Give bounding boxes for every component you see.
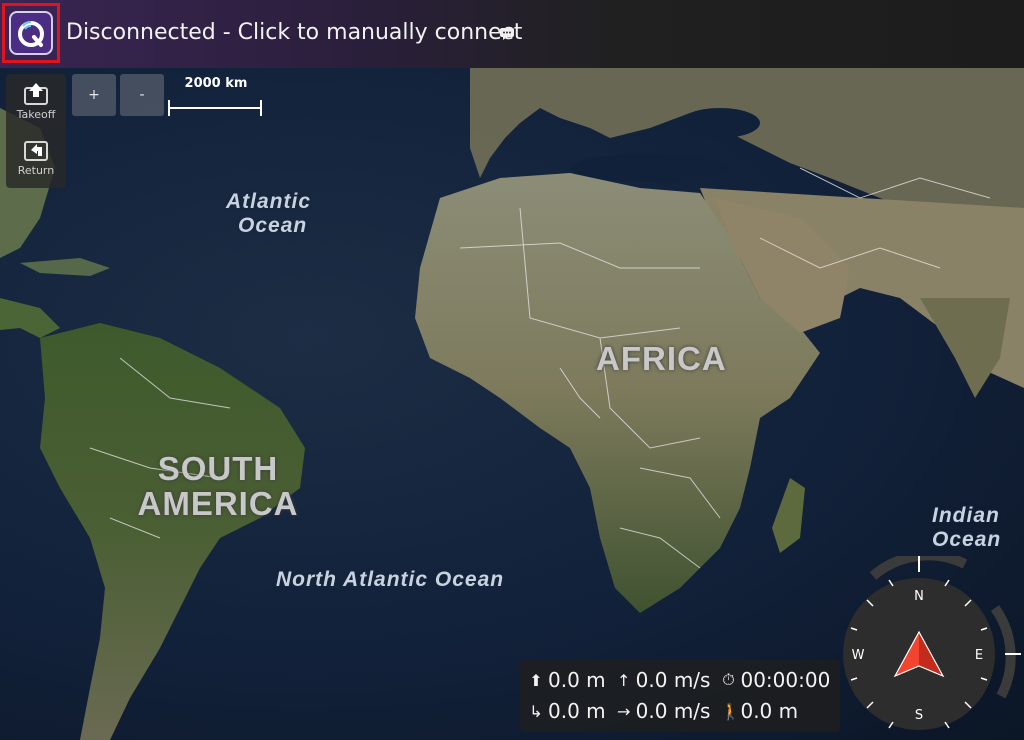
map-label-south-america: SOUTH AMERICA [136, 450, 300, 522]
takeoff-icon [24, 83, 48, 105]
map-label-north-atlantic: North Atlantic Ocean [276, 568, 505, 591]
distance-home-icon: ↳ [529, 701, 543, 721]
map-scale-bar [168, 100, 262, 116]
distance-gcs-value: 🚶 0.0 m [720, 699, 798, 723]
map-label-south-america-line2: AMERICA [137, 484, 299, 522]
connection-status[interactable]: Disconnected - Click to manually connect [66, 18, 522, 48]
stopwatch-icon: ⏱ [722, 670, 735, 689]
map-label-atlantic-line2: Ocean [238, 214, 308, 237]
return-icon [24, 141, 48, 161]
return-button[interactable]: Return [6, 136, 66, 177]
telemetry-panel: ⬆ 0.0 m ↑ 0.0 m/s ⏱ 00:00:00 ↳ 0.0 m → 0.0 m/… [520, 660, 840, 732]
vertical-speed-value: ↑ 0.0 m/s [616, 668, 711, 692]
distance-home-text: 0.0 m [548, 699, 606, 723]
app-menu-button[interactable] [2, 3, 60, 63]
altitude-value: ⬆ 0.0 m [528, 668, 606, 692]
telemetry-row-1: ⬆ 0.0 m ↑ 0.0 m/s ⏱ 00:00:00 [528, 665, 840, 695]
top-toolbar: Disconnected - Click to manually connect [0, 0, 1024, 68]
telemetry-row-2: ↳ 0.0 m → 0.0 m/s 🚶 0.0 m [528, 696, 808, 726]
map-label-south-america-line1: SOUTH [157, 450, 279, 487]
flight-time-value: ⏱ 00:00:00 [720, 668, 830, 692]
altitude-icon: ⬆ [529, 670, 543, 690]
message-icon[interactable] [499, 26, 515, 45]
horizontal-speed-value: → 0.0 m/s [616, 699, 711, 723]
zoom-out-button[interactable]: - [120, 74, 164, 116]
zoom-in-button[interactable]: + [72, 74, 116, 116]
horizontal-speed-text: 0.0 m/s [635, 699, 711, 723]
distance-gcs-text: 0.0 m [740, 699, 799, 723]
vertical-speed-icon: ↑ [616, 670, 631, 690]
walking-person-icon: 🚶 [720, 701, 741, 721]
qgc-logo-icon [9, 11, 53, 55]
compass-widget: N S E W [843, 550, 1021, 734]
map-label-indian-line2: Ocean [932, 528, 1002, 551]
map-label-indian: Indian Ocean [932, 504, 1001, 552]
altitude-text: 0.0 m [548, 668, 606, 692]
takeoff-label: Takeoff [16, 108, 56, 121]
fly-tools-panel: Takeoff Return [6, 74, 66, 188]
distance-home-value: ↳ 0.0 m [528, 699, 606, 723]
map-label-atlantic-line1: Atlantic [226, 190, 312, 213]
flight-time-text: 00:00:00 [740, 668, 831, 692]
map-label-indian-line1: Indian [932, 504, 1000, 527]
compass-south: S [915, 708, 923, 723]
map-scale: 2000 km [168, 76, 264, 116]
return-label: Return [17, 164, 55, 177]
map-label-africa: AFRICA [596, 340, 727, 377]
takeoff-button[interactable]: Takeoff [6, 80, 66, 121]
map-scale-label: 2000 km [184, 76, 248, 91]
map-label-atlantic: Atlantic Ocean [226, 190, 311, 238]
compass-west: W [852, 648, 865, 663]
compass-east: E [975, 648, 983, 663]
horizontal-speed-icon: → [616, 701, 631, 721]
compass-north: N [914, 589, 924, 604]
vertical-speed-text: 0.0 m/s [635, 668, 711, 692]
